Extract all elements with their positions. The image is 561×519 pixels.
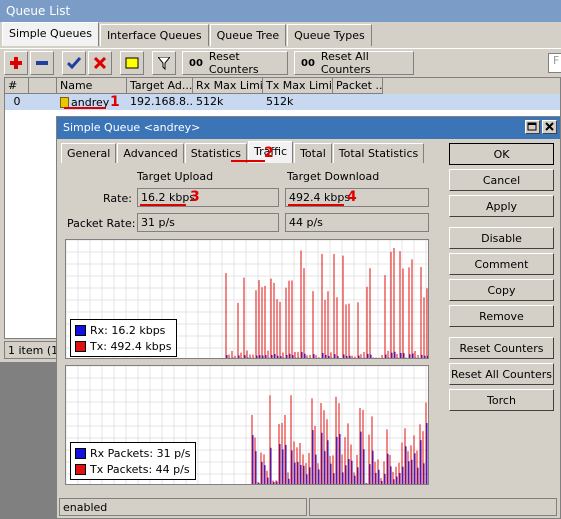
comment-button[interactable]	[120, 51, 144, 75]
copy-button[interactable]: Copy	[449, 279, 554, 301]
tab-advanced[interactable]: Advanced	[117, 143, 184, 163]
minus-icon	[36, 61, 48, 65]
annotation-underline	[140, 204, 186, 206]
tab-queue-types[interactable]: Queue Types	[287, 24, 372, 46]
annotation-marker: 2	[264, 145, 274, 161]
annotation-underline	[64, 107, 106, 109]
row-rx-max: 512k	[196, 95, 224, 108]
tx-swatch	[75, 463, 86, 475]
annotation-marker: 1	[110, 94, 120, 110]
reset-all-counters-button[interactable]: 00 Reset All Counters	[294, 50, 414, 76]
legend-tx-packets: Tx Packets: 44 p/s	[75, 461, 191, 477]
queue-list-status: 1 item (1 se	[4, 341, 60, 359]
row-number: 0	[13, 95, 21, 108]
reset-all-counters-label: Reset All Counters	[320, 50, 371, 76]
legend-rx-packets-label: Rx Packets:	[90, 446, 154, 460]
torch-button[interactable]: Torch	[449, 389, 554, 411]
tab-total-statistics[interactable]: Total Statistics	[332, 143, 425, 163]
add-button[interactable]	[4, 51, 28, 75]
tab-simple-queues[interactable]: Simple Queues	[2, 22, 99, 46]
legend-tx-packets-label: Tx Packets:	[90, 462, 153, 476]
cross-icon	[94, 57, 106, 69]
row-tx-max: 512k	[266, 95, 294, 108]
dialog-status: enabled	[59, 498, 307, 516]
comment-button[interactable]: Comment	[449, 253, 554, 275]
tab-queue-tree[interactable]: Queue Tree	[209, 24, 287, 46]
tab-general[interactable]: General	[61, 143, 117, 163]
legend-rx-packets-value: 31 p/s	[156, 446, 191, 460]
counter-icon: 00	[301, 57, 315, 69]
queue-icon	[60, 96, 69, 108]
rx-swatch	[75, 324, 86, 336]
legend-tx: Tx: 492.4 kbps	[75, 338, 172, 354]
column-header[interactable]: Name	[57, 78, 127, 94]
simple-queue-dialog: Simple Queue <andrey> General Advanced S…	[56, 116, 561, 519]
close-icon	[545, 122, 554, 131]
remove-button[interactable]: Remove	[449, 305, 554, 327]
column-header[interactable]: Target Ad...	[127, 78, 193, 94]
column-header[interactable]: Rx Max Limit	[193, 78, 263, 94]
tx-swatch	[75, 340, 86, 352]
reset-counters-button[interactable]: Reset Counters	[449, 337, 554, 359]
packet-rate-graph: Rx Packets: 31 p/s Tx Packets: 44 p/s	[65, 365, 429, 485]
reset-counters-label: Reset Counters	[208, 50, 259, 76]
upload-packet-rate-field: 31 p/s	[137, 213, 279, 232]
filter-icon	[158, 56, 170, 70]
packet-rate-label: Packet Rate:	[67, 217, 136, 230]
column-header[interactable]: Packet ...	[333, 78, 383, 94]
tab-interface-queues[interactable]: Interface Queues	[99, 24, 209, 46]
dialog-title: Simple Queue <andrey>	[63, 121, 201, 134]
apply-button[interactable]: Apply	[449, 195, 554, 217]
disable-button[interactable]	[88, 51, 112, 75]
close-button[interactable]	[542, 120, 557, 134]
tab-total[interactable]: Total	[294, 143, 332, 163]
packet-rate-legend: Rx Packets: 31 p/s Tx Packets: 44 p/s	[70, 442, 196, 480]
annotation-underline	[288, 204, 344, 206]
legend-rx-value: 16.2 kbps	[111, 323, 166, 337]
legend-rx-label: Rx:	[90, 323, 108, 337]
maximize-button[interactable]	[525, 120, 540, 134]
reset-counters-button[interactable]: 00 Reset Counters	[182, 50, 288, 76]
counter-icon: 00	[189, 57, 203, 69]
reset-all-counters-button[interactable]: Reset All Counters	[449, 363, 554, 385]
enable-button[interactable]	[62, 51, 86, 75]
queue-list-title: Queue List	[0, 0, 561, 22]
legend-tx-packets-value: 44 p/s	[155, 462, 190, 476]
traffic-rate-graph: Rx: 16.2 kbps Tx: 492.4 kbps	[65, 239, 429, 359]
disable-button[interactable]: Disable	[449, 227, 554, 249]
ok-button[interactable]: OK	[449, 143, 554, 165]
note-icon	[125, 57, 139, 69]
queue-list-toolbar: 00 Reset Counters 00 Reset All Counters F	[0, 48, 561, 76]
plus-icon	[10, 57, 22, 69]
queue-list-tabs: Simple Queues Interface Queues Queue Tre…	[2, 22, 373, 46]
target-upload-label: Target Upload	[137, 170, 214, 183]
target-download-label: Target Download	[287, 170, 380, 183]
checkmark-icon	[67, 57, 81, 69]
cancel-button[interactable]: Cancel	[449, 169, 554, 191]
traffic-rate-legend: Rx: 16.2 kbps Tx: 492.4 kbps	[70, 319, 177, 357]
annotation-underline	[231, 160, 265, 162]
column-header[interactable]: #	[5, 78, 29, 94]
row-target: 192.168.8....	[130, 95, 193, 108]
legend-tx-value: 492.4 kbps	[110, 339, 172, 353]
rate-label: Rate:	[103, 192, 132, 205]
legend-rx-packets: Rx Packets: 31 p/s	[75, 445, 191, 461]
column-header[interactable]	[29, 78, 57, 94]
column-header[interactable]: Tx Max Limit	[263, 78, 333, 94]
legend-rx: Rx: 16.2 kbps	[75, 322, 172, 338]
find-input[interactable]: F	[548, 53, 561, 73]
legend-tx-label: Tx:	[90, 339, 107, 353]
annotation-marker: 4	[347, 189, 357, 205]
dialog-title-bar: Simple Queue <andrey>	[57, 117, 560, 139]
table-header: # Name Target Ad... Rx Max Limit Tx Max …	[5, 78, 560, 94]
maximize-icon	[527, 122, 537, 131]
dialog-status-secondary	[309, 498, 557, 516]
remove-button[interactable]	[30, 51, 54, 75]
download-packet-rate-field: 44 p/s	[285, 213, 429, 232]
rx-swatch	[75, 447, 86, 459]
filter-button[interactable]	[152, 51, 176, 75]
annotation-marker: 3	[190, 189, 200, 205]
